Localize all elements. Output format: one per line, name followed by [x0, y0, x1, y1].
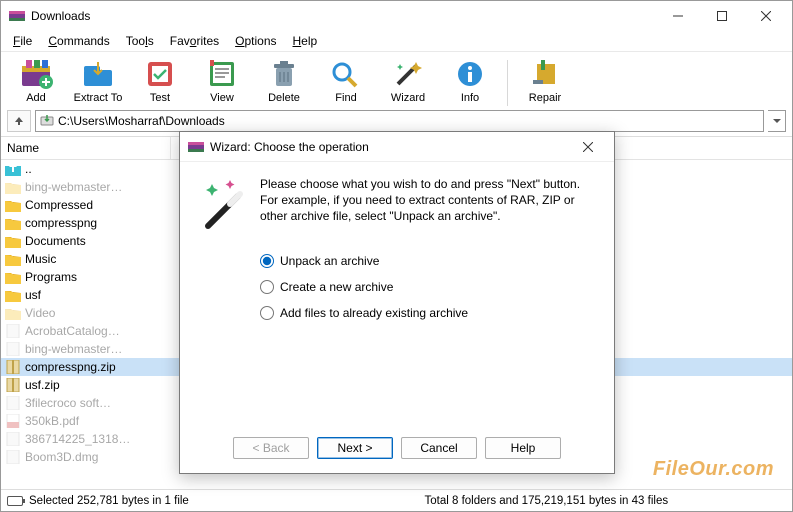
file-icon	[5, 324, 21, 338]
wizard-icon	[198, 176, 248, 236]
dialog-close-button[interactable]	[568, 133, 608, 161]
opt-add[interactable]: Add files to already existing archive	[260, 306, 596, 320]
up-button[interactable]	[7, 110, 31, 132]
view-button[interactable]: View	[193, 56, 251, 106]
file-name: Compressed	[25, 198, 171, 212]
file-name: 350kB.pdf	[25, 414, 171, 428]
wizard-dialog: Wizard: Choose the operation Please choo…	[179, 131, 615, 474]
folder-icon	[5, 216, 21, 230]
dialog-title: Wizard: Choose the operation	[210, 140, 568, 154]
menu-commands[interactable]: Commands	[40, 32, 117, 50]
menu-help[interactable]: Help	[285, 32, 326, 50]
toolbar-separator	[507, 60, 508, 106]
test-label: Test	[150, 92, 170, 104]
menu-favorites[interactable]: Favorites	[162, 32, 227, 50]
info-label: Info	[461, 92, 479, 104]
extract-button[interactable]: Extract To	[69, 56, 127, 106]
file-name: Video	[25, 306, 171, 320]
find-label: Find	[335, 92, 356, 104]
repair-button[interactable]: Repair	[516, 56, 574, 106]
file-name: ..	[25, 162, 171, 176]
menubar: File Commands Tools Favorites Options He…	[1, 31, 792, 51]
dialog-options: Unpack an archive Create a new archive A…	[180, 246, 614, 328]
drive-icon	[40, 114, 54, 128]
test-button[interactable]: Test	[131, 56, 189, 106]
folder-icon	[5, 288, 21, 302]
file-name: bing-webmaster…	[25, 342, 171, 356]
add-button[interactable]: Add	[7, 56, 65, 106]
col-name[interactable]: Name	[1, 137, 171, 159]
window-title: Downloads	[31, 9, 656, 23]
dialog-icon	[188, 139, 204, 155]
maximize-button[interactable]	[700, 1, 744, 31]
file-icon	[5, 450, 21, 464]
file-name: bing-webmaster…	[25, 180, 171, 194]
minimize-button[interactable]	[656, 1, 700, 31]
file-name: Documents	[25, 234, 171, 248]
zip-icon	[5, 360, 21, 374]
extract-label: Extract To	[74, 92, 123, 104]
radio-create[interactable]	[260, 280, 274, 294]
folder-icon	[5, 270, 21, 284]
opt-create[interactable]: Create a new archive	[260, 280, 596, 294]
folder-icon	[5, 306, 21, 320]
menu-tools[interactable]: Tools	[118, 32, 162, 50]
menu-file[interactable]: File	[5, 32, 40, 50]
app-icon	[9, 8, 25, 24]
address-bar[interactable]: C:\Users\Mosharraf\Downloads	[35, 110, 764, 132]
add-label: Add	[26, 92, 46, 104]
file-name: compresspng	[25, 216, 171, 230]
help-button[interactable]: Help	[485, 437, 561, 459]
file-icon	[5, 396, 21, 410]
up-icon	[5, 162, 21, 176]
status-right: Total 8 folders and 175,219,151 bytes in…	[425, 495, 793, 507]
info-button[interactable]: Info	[441, 56, 499, 106]
delete-label: Delete	[268, 92, 300, 104]
pdf-icon	[5, 414, 21, 428]
file-name: compresspng.zip	[25, 360, 171, 374]
file-name: Boom3D.dmg	[25, 450, 171, 464]
file-name: usf.zip	[25, 378, 171, 392]
address-path: C:\Users\Mosharraf\Downloads	[58, 114, 225, 128]
file-name: AcrobatCatalog…	[25, 324, 171, 338]
dialog-message: Please choose what you wish to do and pr…	[260, 176, 596, 236]
back-button[interactable]: < Back	[233, 437, 309, 459]
file-name: usf	[25, 288, 171, 302]
status-icon	[7, 496, 23, 506]
file-icon	[5, 342, 21, 356]
next-button[interactable]: Next >	[317, 437, 393, 459]
find-button[interactable]: Find	[317, 56, 375, 106]
folder-icon	[5, 180, 21, 194]
cancel-button[interactable]: Cancel	[401, 437, 477, 459]
repair-label: Repair	[529, 92, 561, 104]
delete-button[interactable]: Delete	[255, 56, 313, 106]
folder-icon	[5, 234, 21, 248]
file-name: 386714225_1318…	[25, 432, 171, 446]
radio-unpack[interactable]	[260, 254, 274, 268]
file-name: Programs	[25, 270, 171, 284]
titlebar: Downloads	[1, 1, 792, 31]
statusbar: Selected 252,781 bytes in 1 file Total 8…	[1, 489, 792, 511]
file-name: 3filecroco soft…	[25, 396, 171, 410]
toolbar: Add Extract To Test View Delete Find Wiz…	[1, 51, 792, 108]
file-name: Music	[25, 252, 171, 266]
view-label: View	[210, 92, 234, 104]
status-left: Selected 252,781 bytes in 1 file	[29, 495, 425, 507]
address-dropdown[interactable]	[768, 110, 786, 132]
menu-options[interactable]: Options	[227, 32, 284, 50]
wizard-label: Wizard	[391, 92, 425, 104]
radio-add[interactable]	[260, 306, 274, 320]
file-icon	[5, 432, 21, 446]
wizard-button[interactable]: Wizard	[379, 56, 437, 106]
folder-icon	[5, 198, 21, 212]
folder-icon	[5, 252, 21, 266]
dialog-buttons: < Back Next > Cancel Help	[180, 437, 614, 459]
zip-icon	[5, 378, 21, 392]
opt-unpack[interactable]: Unpack an archive	[260, 254, 596, 268]
dialog-titlebar: Wizard: Choose the operation	[180, 132, 614, 162]
close-button[interactable]	[744, 1, 788, 31]
